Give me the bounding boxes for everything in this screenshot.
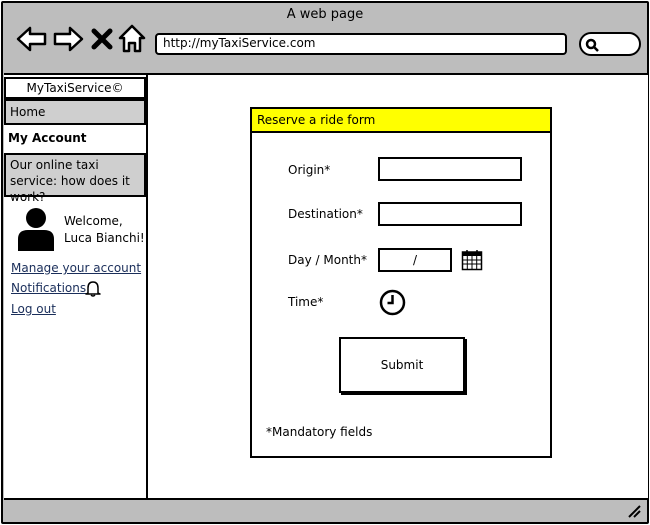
close-icon[interactable] [89,23,115,55]
day-month-input[interactable]: / [378,248,452,272]
user-avatar-icon [16,207,56,251]
submit-button[interactable]: Submit [339,337,465,393]
reserve-ride-form: Reserve a ride form Origin* Destination*… [250,107,552,458]
forward-arrow-icon[interactable] [51,23,85,55]
home-icon[interactable] [117,23,147,55]
origin-label: Origin* [288,163,331,177]
destination-input[interactable] [378,202,522,226]
url-input[interactable]: http://myTaxiService.com [155,33,567,55]
time-label: Time* [288,295,324,309]
sidebar-item-home[interactable]: Home [4,99,146,125]
clock-icon[interactable] [379,289,406,316]
resize-grip-icon[interactable] [627,503,641,518]
welcome-user-name: Luca Bianchi! [64,231,145,245]
sidebar-item-how-it-works[interactable]: Our online taxi service: how does it wor… [4,153,146,204]
notifications-link[interactable]: Notifications [11,280,86,296]
manage-account-link[interactable]: Manage your account [11,260,141,276]
back-arrow-icon[interactable] [15,23,49,55]
brand-title: MyTaxiService© [4,77,146,99]
sidebar: MyTaxiService© Home My Account Our onlin… [4,75,148,498]
browser-search-input[interactable] [579,32,641,56]
calendar-icon[interactable] [461,249,483,271]
mandatory-fields-note: *Mandatory fields [266,425,373,439]
welcome-line-1: Welcome, [64,214,123,228]
day-month-label: Day / Month* [288,253,367,267]
origin-input[interactable] [378,157,522,181]
window-title: A web page [286,7,364,22]
search-icon [585,38,599,52]
logout-link[interactable]: Log out [11,301,56,317]
sidebar-item-my-account[interactable]: My Account [4,127,146,151]
bell-icon[interactable] [85,280,101,297]
browser-window: A web page http://myTaxiService.com MyTa… [1,1,649,524]
destination-label: Destination* [288,207,363,221]
form-header: Reserve a ride form [252,109,550,133]
welcome-text: Welcome, Luca Bianchi! [64,213,145,247]
